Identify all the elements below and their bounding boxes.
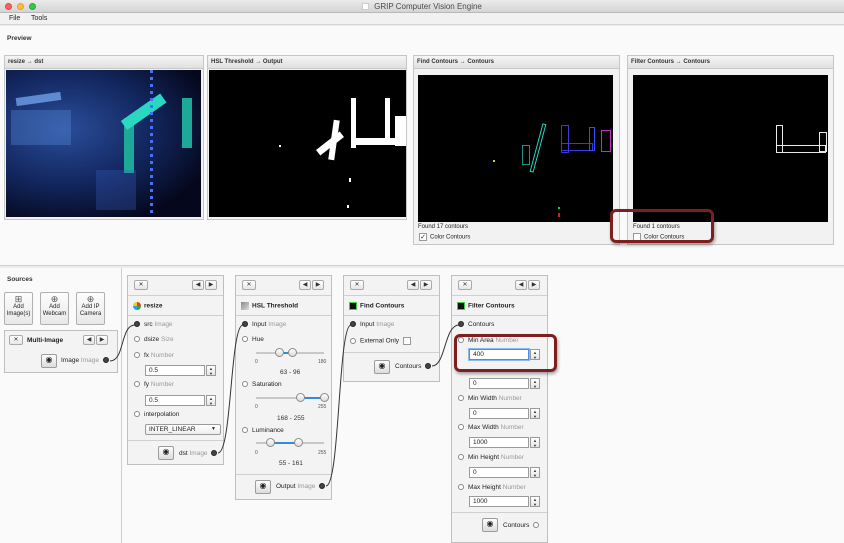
wire-source-to-resize (109, 324, 136, 362)
connection-wires (109, 324, 460, 487)
wire-resize-to-hsl (217, 324, 244, 454)
wire-find-to-filter (431, 324, 460, 367)
wire-hsl-to-find (325, 324, 352, 487)
